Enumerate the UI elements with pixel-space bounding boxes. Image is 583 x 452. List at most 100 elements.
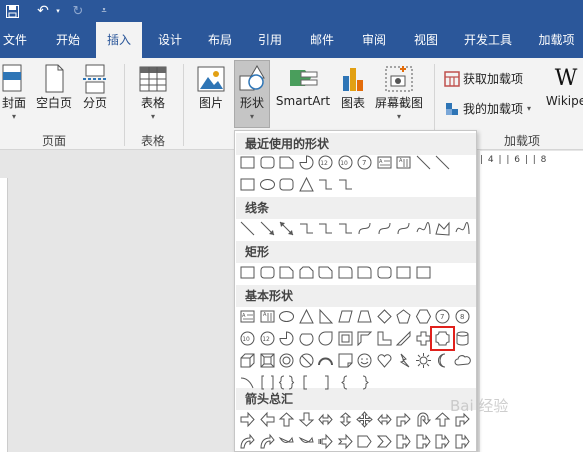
cube-shape-icon[interactable] bbox=[238, 351, 257, 370]
rect-shape-icon[interactable] bbox=[394, 263, 413, 282]
arU-shape-icon[interactable] bbox=[277, 410, 296, 429]
halfframe-shape-icon[interactable] bbox=[355, 329, 374, 348]
dec-shape-icon[interactable]: 10 bbox=[336, 153, 355, 172]
redo-icon[interactable]: ↻ bbox=[70, 2, 86, 20]
pie-shape-icon[interactable] bbox=[277, 329, 296, 348]
round-shape-icon[interactable] bbox=[375, 263, 394, 282]
rsnip-shape-icon[interactable] bbox=[316, 263, 335, 282]
curveU-shape-icon[interactable] bbox=[277, 432, 296, 451]
plaque-shape-icon-selected[interactable] bbox=[430, 326, 455, 351]
num8-shape-icon[interactable]: 8 bbox=[453, 307, 472, 326]
tear-shape-icon[interactable] bbox=[316, 329, 335, 348]
tri-shape-icon[interactable] bbox=[297, 175, 316, 194]
scribble-shape-icon[interactable] bbox=[414, 219, 433, 238]
dblarrow-shape-icon[interactable] bbox=[277, 219, 296, 238]
cover-page-button[interactable]: 封面 ▾ bbox=[0, 64, 28, 122]
curveR-shape-icon[interactable] bbox=[238, 432, 257, 451]
trap-shape-icon[interactable] bbox=[355, 307, 374, 326]
table-button[interactable]: 表格 ▾ bbox=[138, 64, 168, 122]
round-shape-icon[interactable] bbox=[258, 153, 277, 172]
rect-shape-icon[interactable] bbox=[414, 263, 433, 282]
tab-developer[interactable]: 开发工具 bbox=[456, 22, 520, 58]
tab-view[interactable]: 视图 bbox=[404, 22, 448, 58]
curve-shape-icon[interactable] bbox=[355, 219, 374, 238]
tab-file[interactable]: 文件 bbox=[0, 22, 30, 58]
round-shape-icon[interactable] bbox=[258, 263, 277, 282]
rbrack-shape-icon[interactable] bbox=[316, 373, 335, 392]
wikipedia-button[interactable]: W Wikipe bbox=[546, 64, 583, 108]
rect-shape-icon[interactable] bbox=[238, 263, 257, 282]
snip1-shape-icon[interactable] bbox=[277, 153, 296, 172]
moon-shape-icon[interactable] bbox=[433, 351, 452, 370]
dodec-shape-icon[interactable]: 12 bbox=[316, 153, 335, 172]
arc-shape-icon[interactable] bbox=[316, 351, 335, 370]
elbow-shape-icon[interactable] bbox=[336, 175, 355, 194]
donut-shape-icon[interactable] bbox=[277, 351, 296, 370]
sun-shape-icon[interactable] bbox=[414, 351, 433, 370]
get-addins-button[interactable]: 获取加载项 bbox=[444, 70, 534, 87]
tab-layout[interactable]: 布局 bbox=[198, 22, 242, 58]
round1-shape-icon[interactable] bbox=[355, 263, 374, 282]
bolt-shape-icon[interactable] bbox=[394, 351, 413, 370]
pent-shape-icon[interactable] bbox=[394, 307, 413, 326]
oval-shape-icon[interactable] bbox=[258, 175, 277, 194]
smartart-button[interactable]: SmartArt bbox=[276, 64, 330, 108]
tab-addins[interactable]: 加载项 bbox=[530, 22, 583, 58]
nosym-shape-icon[interactable] bbox=[297, 351, 316, 370]
pentA-shape-icon[interactable] bbox=[355, 432, 374, 451]
line-shape-icon[interactable] bbox=[414, 153, 433, 172]
smile-shape-icon[interactable] bbox=[355, 351, 374, 370]
customize-toolbar-icon[interactable]: ⩡ bbox=[98, 2, 110, 20]
rect-shape-icon[interactable] bbox=[238, 175, 257, 194]
arc2-shape-icon[interactable] bbox=[238, 373, 257, 392]
curveU-shape-icon[interactable] bbox=[297, 432, 316, 451]
elbow-shape-icon[interactable] bbox=[316, 219, 335, 238]
arrowline-shape-icon[interactable] bbox=[258, 219, 277, 238]
dec-shape-icon[interactable]: 10 bbox=[238, 329, 257, 348]
can-shape-icon[interactable] bbox=[453, 329, 472, 348]
dodec-shape-icon[interactable]: 12 bbox=[258, 329, 277, 348]
lshape-shape-icon[interactable] bbox=[375, 329, 394, 348]
cloud-shape-icon[interactable] bbox=[453, 351, 472, 370]
tab-insert[interactable]: 插入 bbox=[96, 22, 142, 58]
arD-shape-icon[interactable] bbox=[297, 410, 316, 429]
arL-shape-icon[interactable] bbox=[258, 410, 277, 429]
curve-shape-icon[interactable] bbox=[375, 219, 394, 238]
curveR-shape-icon[interactable] bbox=[258, 432, 277, 451]
cross-shape-icon[interactable] bbox=[414, 329, 433, 348]
arUD-shape-icon[interactable] bbox=[336, 410, 355, 429]
chevron-shape-icon[interactable] bbox=[375, 432, 394, 451]
tri-shape-icon[interactable] bbox=[297, 307, 316, 326]
notched-shape-icon[interactable] bbox=[336, 432, 355, 451]
bevel-shape-icon[interactable] bbox=[258, 351, 277, 370]
heart-shape-icon[interactable] bbox=[375, 351, 394, 370]
rect-shape-icon[interactable] bbox=[238, 153, 257, 172]
num7-shape-icon[interactable]: 7 bbox=[433, 307, 452, 326]
pie-shape-icon[interactable] bbox=[297, 153, 316, 172]
elbow-shape-icon[interactable] bbox=[336, 219, 355, 238]
snip2-shape-icon[interactable] bbox=[297, 263, 316, 282]
text-shape-icon[interactable]: A bbox=[238, 307, 257, 326]
scribble-shape-icon[interactable] bbox=[453, 219, 472, 238]
chart-button[interactable]: 图表 bbox=[338, 64, 368, 111]
tab-references[interactable]: 引用 bbox=[248, 22, 292, 58]
diag-shape-icon[interactable] bbox=[394, 329, 413, 348]
para-shape-icon[interactable] bbox=[336, 307, 355, 326]
tab-review[interactable]: 审阅 bbox=[352, 22, 396, 58]
tab-home[interactable]: 开始 bbox=[46, 22, 90, 58]
lbrace-shape-icon[interactable] bbox=[336, 373, 355, 392]
dbracket-shape-icon[interactable] bbox=[258, 373, 277, 392]
picture-button[interactable]: 图片 bbox=[196, 64, 226, 111]
screenshot-button[interactable]: 屏幕截图 ▾ bbox=[372, 64, 426, 122]
vtext-shape-icon[interactable]: A bbox=[258, 307, 277, 326]
ar4-shape-icon[interactable] bbox=[355, 410, 374, 429]
elbow-shape-icon[interactable] bbox=[316, 175, 335, 194]
bentU-shape-icon[interactable] bbox=[394, 410, 413, 429]
arLR-shape-icon[interactable] bbox=[375, 410, 394, 429]
blank-page-button[interactable]: 空白页 bbox=[34, 64, 74, 111]
text-shape-icon[interactable]: A bbox=[375, 153, 394, 172]
snip1-shape-icon[interactable] bbox=[277, 263, 296, 282]
frame-shape-icon[interactable] bbox=[336, 329, 355, 348]
diam-shape-icon[interactable] bbox=[375, 307, 394, 326]
tab-mailings[interactable]: 邮件 bbox=[300, 22, 344, 58]
